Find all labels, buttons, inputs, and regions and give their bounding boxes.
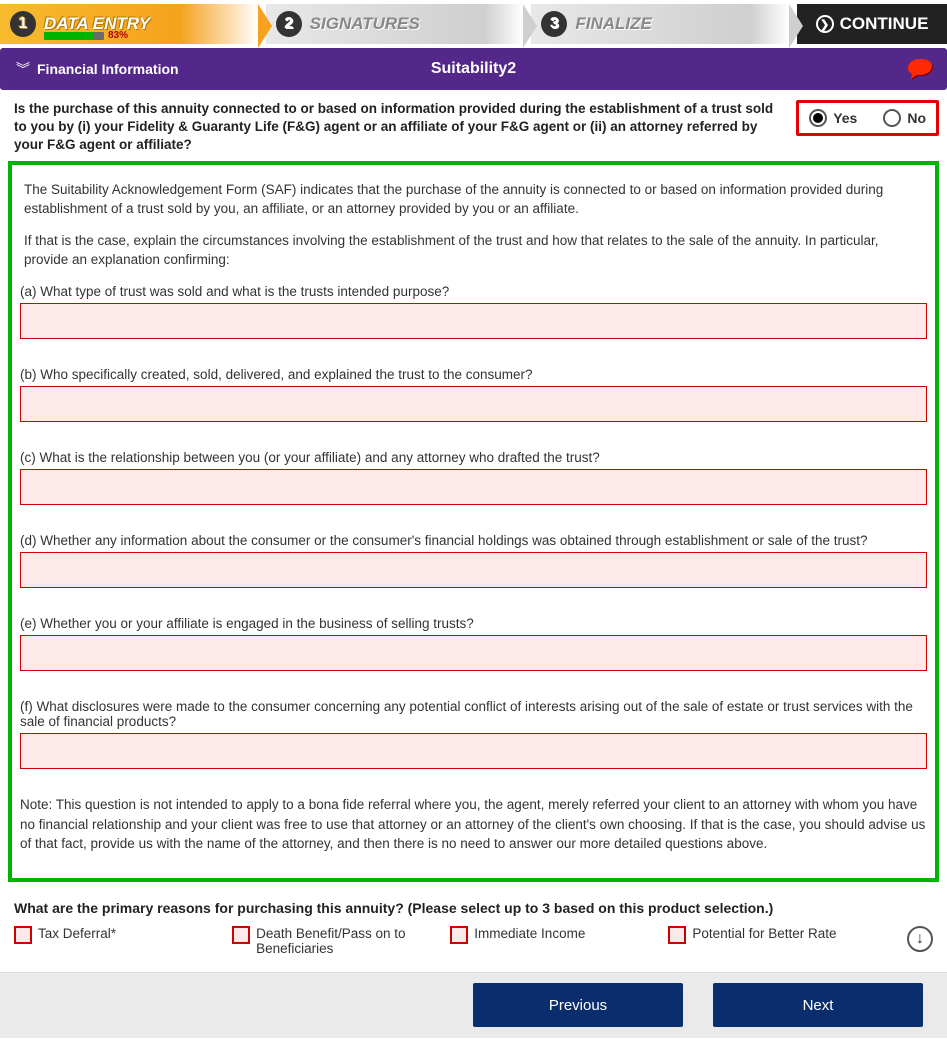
saf-intro-1: The Suitability Acknowledgement Form (SA… xyxy=(24,181,923,219)
question-a-input[interactable] xyxy=(20,303,927,339)
checkbox-icon[interactable] xyxy=(450,926,468,944)
question-f-label: (f) What disclosures were made to the co… xyxy=(20,699,927,729)
saf-detail-panel: The Suitability Acknowledgement Form (SA… xyxy=(8,161,939,882)
reason-death-benefit[interactable]: Death Benefit/Pass on to Beneficiaries xyxy=(232,926,436,956)
step-label: FINALIZE xyxy=(575,14,652,34)
question-b-label: (b) Who specifically created, sold, deli… xyxy=(20,367,927,382)
question-d-input[interactable] xyxy=(20,552,927,588)
radio-yes[interactable]: Yes xyxy=(809,109,857,127)
nav-row: Previous Next xyxy=(0,972,947,1038)
step-number: 1 xyxy=(10,11,36,37)
main-question-text: Is the purchase of this annuity connecte… xyxy=(14,100,788,155)
question-a-label: (a) What type of trust was sold and what… xyxy=(20,284,927,299)
step-data-entry[interactable]: 1 DATA ENTRY 83% xyxy=(0,4,258,44)
step-number: 2 xyxy=(276,11,302,37)
page-title: Suitability2 xyxy=(431,60,516,78)
question-f-input[interactable] xyxy=(20,733,927,769)
radio-icon xyxy=(883,109,901,127)
question-e-input[interactable] xyxy=(20,635,927,671)
question-d-label: (d) Whether any information about the co… xyxy=(20,533,927,548)
reasons-row: Tax Deferral* Death Benefit/Pass on to B… xyxy=(0,926,947,972)
next-button[interactable]: Next xyxy=(713,983,923,1027)
reason-better-rate[interactable]: Potential for Better Rate xyxy=(668,926,893,944)
wizard-steps: 1 DATA ENTRY 83% 2 SIGNATURES 3 FINALIZE… xyxy=(0,0,947,44)
question-b-input[interactable] xyxy=(20,386,927,422)
reason-immediate-income[interactable]: Immediate Income xyxy=(450,926,654,944)
step-signatures[interactable]: 2 SIGNATURES xyxy=(266,4,524,44)
checkbox-icon[interactable] xyxy=(668,926,686,944)
radio-icon xyxy=(809,109,827,127)
question-e-label: (e) Whether you or your affiliate is eng… xyxy=(20,616,927,631)
section-header: ︾ Financial Information Suitability2 xyxy=(0,48,947,90)
step-label: SIGNATURES xyxy=(310,14,420,34)
question-c-input[interactable] xyxy=(20,469,927,505)
collapse-icon[interactable]: ︾ xyxy=(16,65,27,73)
yes-no-group: Yes No xyxy=(796,100,939,136)
saf-note: Note: This question is not intended to a… xyxy=(20,795,927,854)
continue-button[interactable]: ❯ CONTINUE xyxy=(797,4,947,44)
scroll-down-icon[interactable]: ↓ xyxy=(907,926,933,952)
main-question-row: Is the purchase of this annuity connecte… xyxy=(0,90,947,161)
question-c-label: (c) What is the relationship between you… xyxy=(20,450,927,465)
step-number: 3 xyxy=(541,11,567,37)
comment-icon[interactable] xyxy=(907,58,933,85)
reason-tax-deferral[interactable]: Tax Deferral* xyxy=(14,926,218,944)
chevron-right-icon: ❯ xyxy=(816,15,834,33)
previous-button[interactable]: Previous xyxy=(473,983,683,1027)
section-name: Financial Information xyxy=(37,61,179,77)
saf-intro-2: If that is the case, explain the circums… xyxy=(24,232,923,270)
step-finalize[interactable]: 3 FINALIZE xyxy=(531,4,789,44)
checkbox-icon[interactable] xyxy=(14,926,32,944)
radio-no[interactable]: No xyxy=(883,109,926,127)
checkbox-icon[interactable] xyxy=(232,926,250,944)
progress-indicator: 83% xyxy=(44,30,128,41)
reasons-title: What are the primary reasons for purchas… xyxy=(0,894,947,926)
